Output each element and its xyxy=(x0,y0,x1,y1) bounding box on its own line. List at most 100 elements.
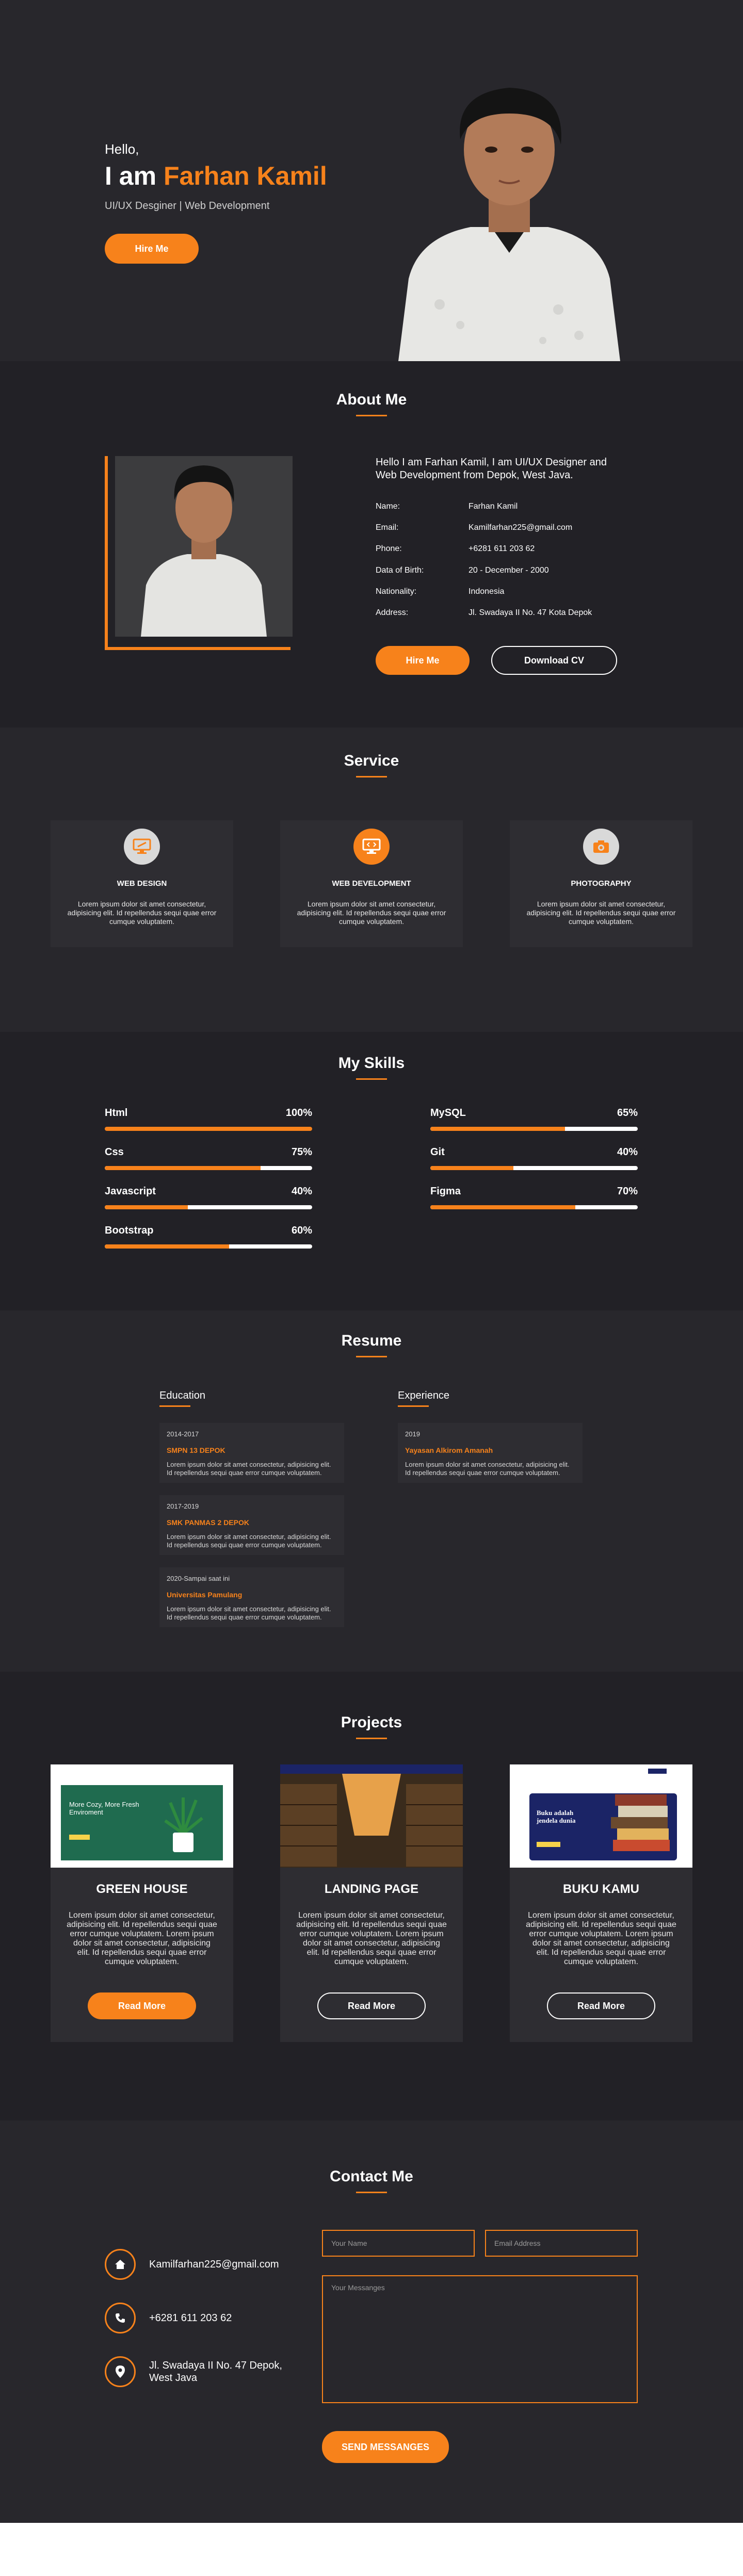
project-thumbnail: More Cozy, More Fresh Enviroment xyxy=(51,1764,233,1868)
hero-section: Hello, I am Farhan Kamil UI/UX Desginer … xyxy=(0,0,743,361)
about-key: Data of Birth: xyxy=(376,566,424,575)
resume-school: SMK PANMAS 2 DEPOK xyxy=(167,1518,249,1527)
education-label: Education xyxy=(159,1390,205,1401)
skill-git: Git 40% xyxy=(430,1146,638,1171)
service-card-web-design: WEB DESIGN Lorem ipsum dolor sit amet co… xyxy=(51,820,233,947)
hero-greeting: Hello, xyxy=(105,141,139,157)
skill-percent: 60% xyxy=(291,1225,312,1236)
resume-desc: Lorem ipsum dolor sit amet consectetur, … xyxy=(167,1461,331,1477)
about-row-nationality: Nationality: Indonesia xyxy=(376,587,685,598)
home-icon xyxy=(105,2249,136,2280)
skill-name: Git xyxy=(430,1146,445,1158)
camera-icon xyxy=(583,829,619,865)
about-key: Name: xyxy=(376,502,400,511)
service-title: Service xyxy=(344,752,399,769)
skill-percent: 40% xyxy=(291,1186,312,1197)
skills-title: My Skills xyxy=(338,1055,405,1072)
education-item: 2020-Sampai saat ini Universitas Pamulang… xyxy=(159,1567,344,1627)
about-intro: Hello I am Farhan Kamil, I am UI/UX Desi… xyxy=(376,457,607,481)
skill-percent: 40% xyxy=(617,1146,638,1158)
skill-track xyxy=(105,1127,312,1131)
contact-address: Jl. Swadaya II No. 47 Depok, West Java xyxy=(149,2360,282,2384)
read-more-button[interactable]: Read More xyxy=(317,1992,426,2019)
skill-fill xyxy=(105,1205,188,1209)
code-monitor-icon xyxy=(353,829,390,865)
education-underline xyxy=(159,1405,190,1407)
message-textarea[interactable] xyxy=(322,2275,638,2403)
skill-name: Javascript xyxy=(105,1186,156,1197)
contact-title-underline xyxy=(356,2192,387,2193)
contact-email: Kamilfarhan225@gmail.com xyxy=(149,2259,279,2270)
resume-school: Universitas Pamulang xyxy=(167,1591,243,1599)
resume-school: Yayasan Alkirom Amanah xyxy=(405,1446,493,1454)
resume-year: 2019 xyxy=(405,1430,420,1438)
skill-fill xyxy=(105,1244,230,1249)
service-title-label: WEB DEVELOPMENT xyxy=(332,879,411,888)
download-cv-button[interactable]: Download CV xyxy=(491,646,617,675)
skill-figma: Figma 70% xyxy=(430,1186,638,1210)
experience-underline xyxy=(398,1405,429,1407)
about-key: Phone: xyxy=(376,544,402,553)
read-more-button[interactable]: Read More xyxy=(88,1992,196,2019)
project-title: GREEN HOUSE xyxy=(96,1882,188,1896)
projects-title: Projects xyxy=(341,1714,402,1731)
email-input[interactable] xyxy=(485,2230,638,2257)
skill-track xyxy=(105,1205,312,1209)
skills-section: My Skills xyxy=(0,1032,743,1310)
about-section: About Me Hello I am Farhan Kamil, I am U… xyxy=(0,361,743,727)
service-title-underline xyxy=(356,776,387,777)
resume-desc: Lorem ipsum dolor sit amet consectetur, … xyxy=(405,1461,570,1477)
skill-html: Html 100% xyxy=(105,1107,312,1132)
about-row-email: Email: Kamilfarhan225@gmail.com xyxy=(376,523,685,534)
send-messages-button[interactable]: SEND MESSANGES xyxy=(322,2431,449,2463)
resume-year: 2020-Sampai saat ini xyxy=(167,1575,230,1582)
about-value: Jl. Swadaya II No. 47 Kota Depok xyxy=(469,608,592,617)
hero-heading: I am Farhan Kamil xyxy=(105,161,327,191)
hero-portrait xyxy=(398,88,620,361)
about-portrait-image xyxy=(115,456,293,637)
education-item: 2017-2019 SMK PANMAS 2 DEPOK Lorem ipsum d… xyxy=(159,1495,344,1555)
about-hire-me-button[interactable]: Hire Me xyxy=(376,646,470,675)
projects-title-underline xyxy=(356,1738,387,1739)
about-value: +6281 611 203 62 xyxy=(469,544,535,553)
project-title: BUKU KAMU xyxy=(563,1882,639,1896)
about-key: Email: xyxy=(376,523,399,532)
portfolio-page: Hello, I am Farhan Kamil UI/UX Desginer … xyxy=(0,0,743,2576)
resume-section: Resume Education Experience xyxy=(0,1310,743,1672)
monitor-icon xyxy=(124,829,160,865)
hero-subtitle: UI/UX Desginer | Web Development xyxy=(105,200,270,212)
service-card-web-development: WEB DEVELOPMENT Lorem ipsum dolor sit am… xyxy=(280,820,463,947)
skill-fill xyxy=(430,1127,566,1131)
project-thumbnail xyxy=(280,1764,463,1868)
skill-name: Css xyxy=(105,1146,124,1158)
skill-bootstrap: Bootstrap 60% xyxy=(105,1225,312,1250)
about-value: Farhan Kamil xyxy=(469,502,518,511)
service-card-photography: PHOTOGRAPHY Lorem ipsum dolor sit amet c… xyxy=(510,820,692,947)
skill-fill xyxy=(105,1127,312,1131)
project-thumbnail: Buku adalah jendela dunia xyxy=(510,1764,692,1868)
contact-title: Contact Me xyxy=(330,2168,413,2185)
resume-title: Resume xyxy=(341,1332,402,1349)
about-row-phone: Phone: +6281 611 203 62 xyxy=(376,544,685,556)
skill-css: Css 75% xyxy=(105,1146,312,1171)
skill-track xyxy=(430,1166,638,1170)
resume-school: SMPN 13 DEPOK xyxy=(167,1446,225,1454)
read-more-button[interactable]: Read More xyxy=(547,1992,655,2019)
location-icon xyxy=(105,2356,136,2387)
skill-fill xyxy=(430,1205,576,1209)
thumb-heading: More Cozy, More Fresh Enviroment xyxy=(69,1801,139,1816)
skill-name: Figma xyxy=(430,1186,461,1197)
about-key: Address: xyxy=(376,608,409,617)
about-photo xyxy=(115,456,293,637)
hero-name: Farhan Kamil xyxy=(163,161,327,190)
skill-javascript: Javascript 40% xyxy=(105,1186,312,1210)
hire-me-button[interactable]: Hire Me xyxy=(105,234,199,264)
experience-label: Experience xyxy=(398,1390,450,1401)
skill-mysql: MySQL 65% xyxy=(430,1107,638,1132)
skill-percent: 75% xyxy=(291,1146,312,1158)
thumb-heading: Buku adalah jendela dunia xyxy=(537,1809,576,1824)
skill-track xyxy=(430,1205,638,1209)
about-value: 20 - December - 2000 xyxy=(469,566,549,575)
service-desc: Lorem ipsum dolor sit amet consectetur, … xyxy=(67,900,217,926)
name-input[interactable] xyxy=(322,2230,475,2257)
